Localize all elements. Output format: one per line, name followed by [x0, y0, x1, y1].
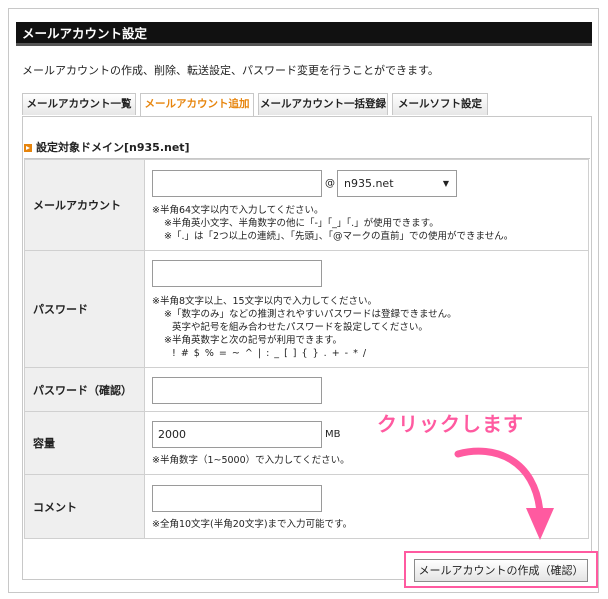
password-confirm-cell — [144, 367, 589, 412]
account-label: メールアカウント — [24, 159, 145, 251]
arrow-icon — [24, 144, 32, 152]
password-cell: ※半角8文字以上、15文字以内で入力してください。 ※「数字のみ」などの推測され… — [144, 250, 589, 368]
callout-arrow-icon — [454, 447, 554, 540]
password-label: パスワード — [24, 250, 145, 368]
intro-text: メールアカウントの作成、削除、転送設定、パスワード変更を行うことができます。 — [22, 64, 439, 77]
callout-text: クリックします — [377, 412, 524, 436]
at-sign: @ — [325, 177, 335, 189]
tab-bulk-register[interactable]: メールアカウント一括登録 — [258, 93, 388, 115]
capacity-label: 容量 — [24, 411, 145, 475]
row-password: パスワード ※半角8文字以上、15文字以内で入力してください。 ※「数字のみ」な… — [24, 250, 589, 368]
tab-mail-software[interactable]: メールソフト設定 — [392, 93, 488, 115]
row-password-confirm: パスワード（確認） — [24, 367, 589, 412]
password-confirm-label: パスワード（確認） — [24, 367, 145, 412]
comment-input[interactable] — [152, 484, 322, 512]
account-note-1: ※半角64文字以内で入力してください。 — [152, 204, 324, 216]
comment-label: コメント — [24, 474, 145, 539]
domain-select[interactable]: n935.net ▼ — [337, 169, 457, 197]
chevron-down-icon: ▼ — [442, 178, 449, 188]
account-note-3: ※「.」は「2つ以上の連続」、「先頭」、「@マークの直前」での使用ができません。 — [164, 230, 514, 242]
password-confirm-input[interactable] — [152, 377, 322, 404]
password-input[interactable] — [152, 260, 322, 287]
password-note-4: ※半角英数字と次の記号が利用できます。 — [164, 335, 343, 346]
account-input[interactable] — [152, 169, 322, 197]
tab-account-add[interactable]: メールアカウント追加 — [140, 93, 254, 117]
password-note-1: ※半角8文字以上、15文字以内で入力してください。 — [152, 296, 378, 307]
account-note-2: ※半角英小文字、半角数字の他に「-」「_」「.」が使用できます。 — [164, 217, 439, 229]
row-account: メールアカウント @ n935.net ▼ ※半角64文字以内で入力してください。 … — [24, 159, 589, 251]
create-account-confirm-button[interactable]: メールアカウントの作成（確認） — [414, 559, 588, 582]
page-title: メールアカウント設定 — [16, 22, 592, 46]
password-symbols: ! # $ % = ~ ^ | : _ [ ] { } . + - * / — [172, 348, 368, 359]
password-note-3: 英字や記号を組み合わせたパスワードを設定してください。 — [172, 322, 428, 333]
capacity-input[interactable]: 2000 — [152, 421, 322, 448]
capacity-unit: MB — [325, 429, 341, 440]
password-note-2: ※「数字のみ」などの推測されやすいパスワードは登録できません。 — [164, 309, 457, 320]
domain-select-value: n935.net — [344, 176, 394, 190]
section-title: 設定対象ドメイン[n935.net] — [24, 137, 340, 159]
confirm-button-highlight: メールアカウントの作成（確認） — [404, 551, 598, 588]
tab-account-list[interactable]: メールアカウント一覧 — [22, 93, 136, 115]
account-cell: @ n935.net ▼ ※半角64文字以内で入力してください。 ※半角英小文字、半… — [144, 159, 589, 251]
section-title-text: 設定対象ドメイン[n935.net] — [36, 141, 190, 154]
